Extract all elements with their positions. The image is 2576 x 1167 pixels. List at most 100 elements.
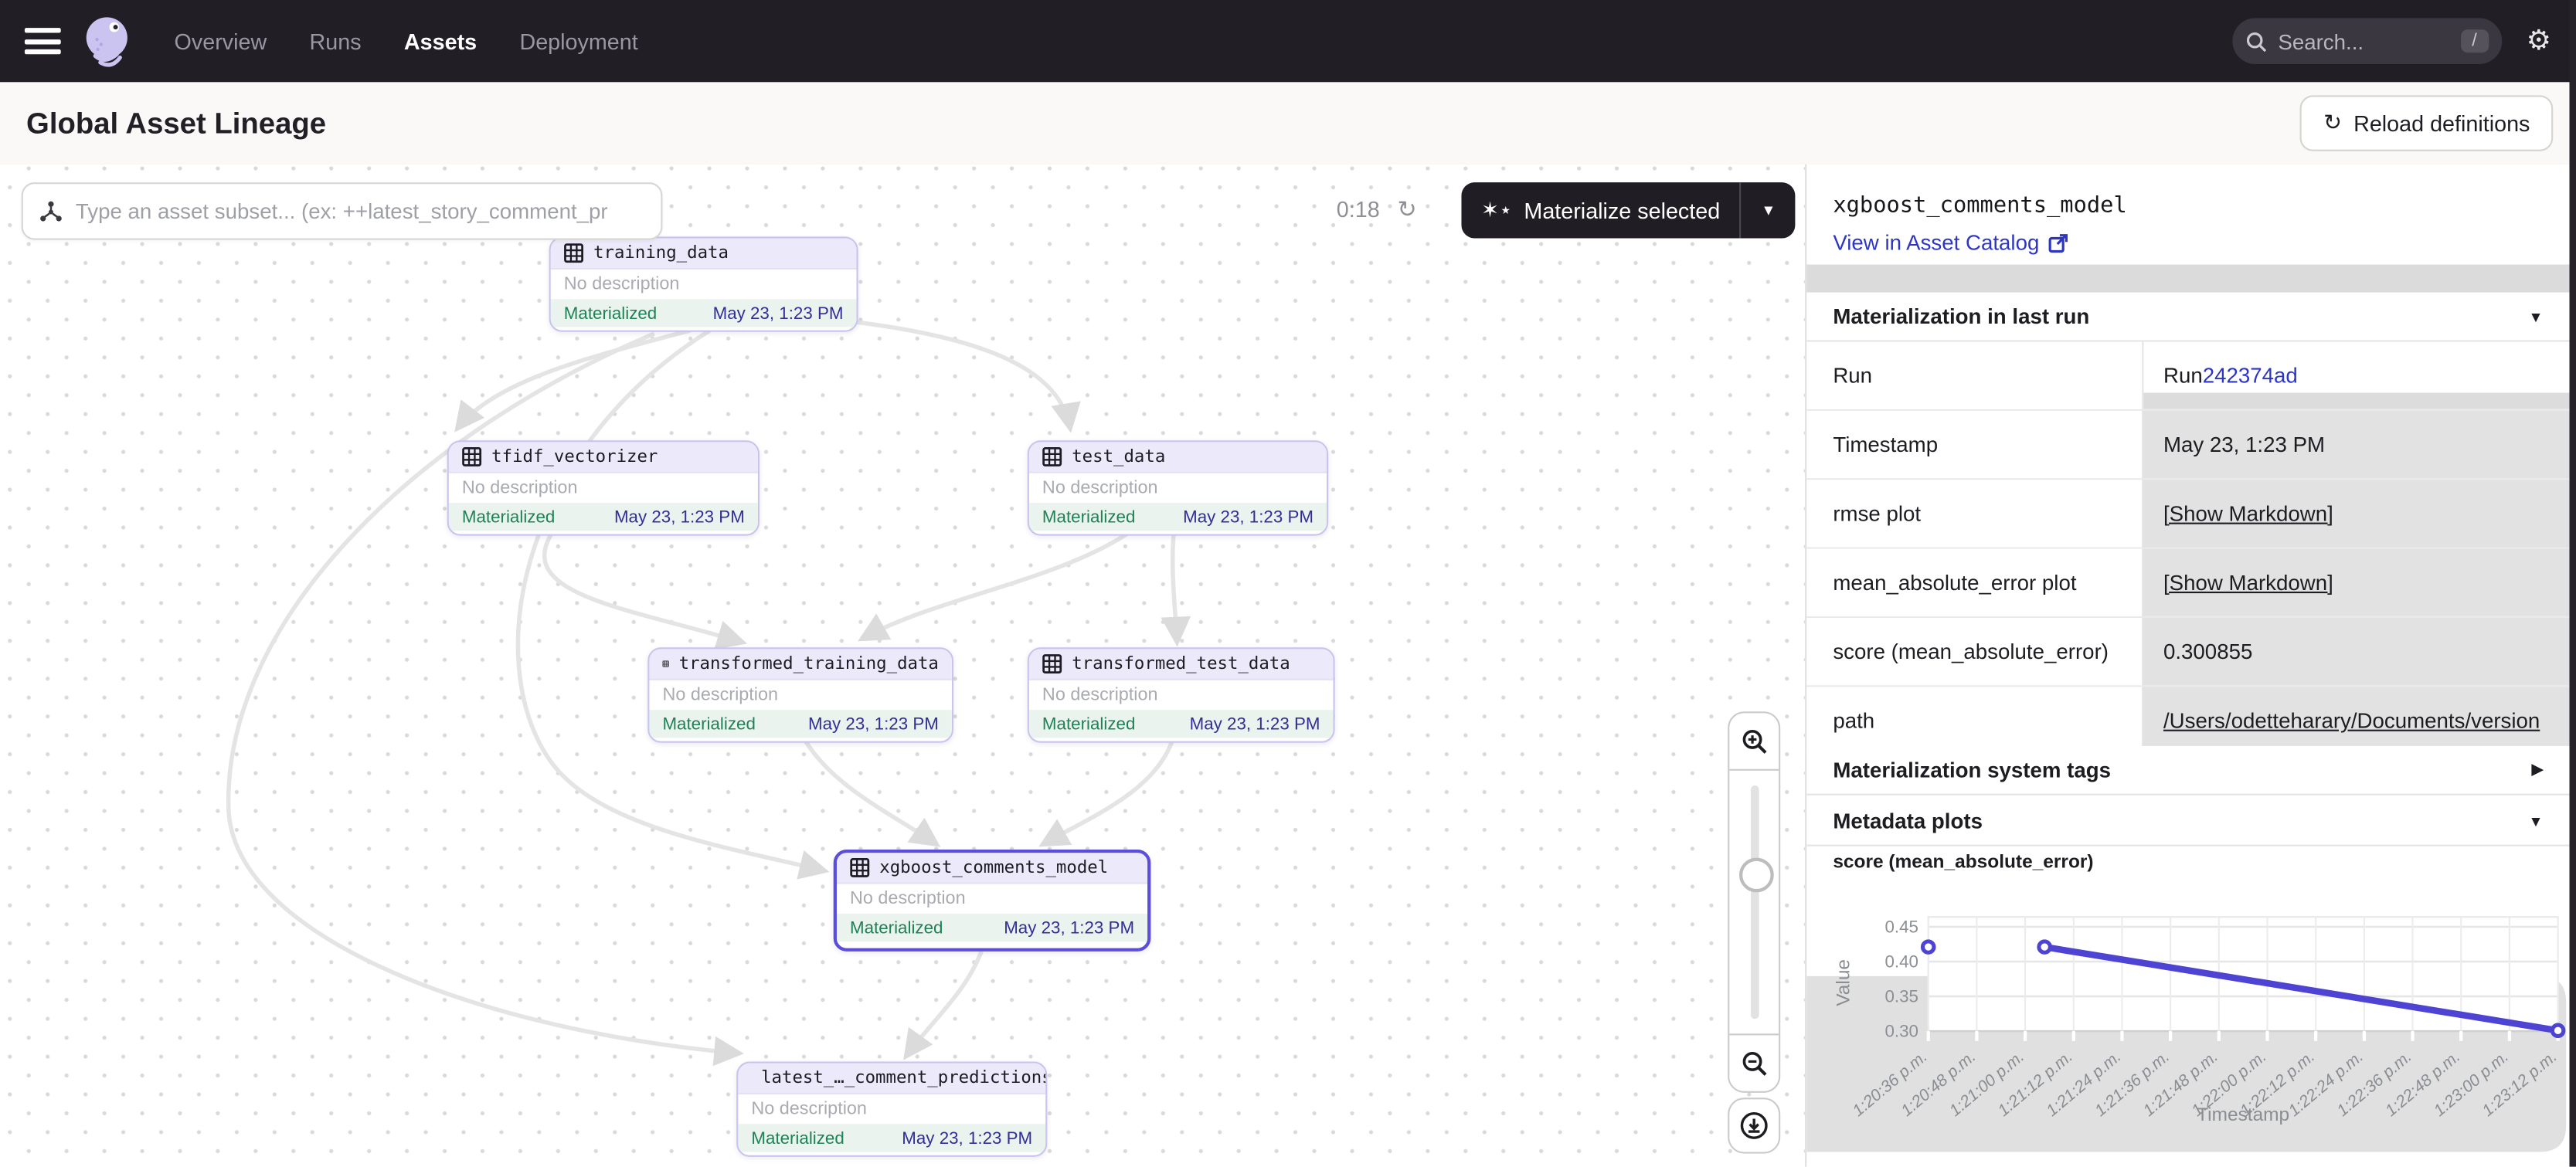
data-point[interactable] (2552, 1025, 2563, 1036)
metadata-row-run: Run Run 242374ad (1806, 342, 2569, 411)
dagster-logo[interactable] (79, 12, 138, 71)
metadata-key: Run (1806, 342, 2142, 409)
table-icon (564, 243, 584, 263)
panel-scrollbar-strip[interactable] (1806, 265, 2569, 293)
metadata-row-score-mean-absolute-error-: score (mean_absolute_error)0.300855 (1806, 618, 2569, 687)
path-link[interactable]: /Users/odetteharary/Documents/version (2163, 708, 2540, 733)
page-title: Global Asset Lineage (26, 106, 326, 141)
materialize-selected-button[interactable]: ✶⋆ Materialize selected ▼ (1461, 182, 1795, 238)
chevron-down-icon: ▼ (2528, 812, 2543, 829)
run-prefix: Run (2163, 363, 2203, 388)
asset-subset-input[interactable]: Type an asset subset... (ex: ++latest_st… (22, 182, 663, 239)
table-icon (662, 654, 668, 674)
nav-item-overview[interactable]: Overview (175, 29, 267, 53)
chevron-down-icon: ▼ (2528, 308, 2543, 324)
asset-node-description: No description (1029, 680, 1334, 710)
run-id-link[interactable]: 242374ad (2203, 363, 2298, 388)
asset-node-description: No description (551, 270, 857, 299)
metadata-row-timestamp: TimestampMay 23, 1:23 PM (1806, 411, 2569, 480)
show-markdown-link[interactable]: [Show Markdown] (2163, 570, 2333, 595)
asset-node-transformed_test_data[interactable]: transformed_test_data No description Mat… (1028, 647, 1335, 742)
asset-node-header: transformed_training_data (649, 649, 951, 680)
metadata-value: [Show Markdown] (2142, 480, 2569, 547)
asset-node-description: No description (649, 680, 951, 710)
x-axis-title: Timestamp (2197, 1104, 2289, 1125)
show-markdown-link[interactable]: [Show Markdown] (2163, 501, 2333, 526)
materialize-dropdown-caret[interactable]: ▼ (1742, 202, 1796, 219)
app-screen: Overview Runs Assets Deployment Search... /… (0, 0, 2576, 1167)
zoom-in-button[interactable] (1729, 713, 1779, 770)
asset-node-name: test_data (1072, 447, 1165, 467)
table-icon (1042, 654, 1062, 674)
data-point[interactable] (1922, 941, 1933, 952)
metadata-key: path (1806, 687, 2142, 754)
table-icon (1042, 447, 1062, 467)
metadata-key: Timestamp (1806, 411, 2142, 478)
asset-node-test_data[interactable]: test_data No description Materialized Ma… (1028, 440, 1328, 535)
nav-items: Overview Runs Assets Deployment (175, 29, 638, 53)
materialized-timestamp: May 23, 1:23 PM (1183, 507, 1313, 527)
asset-graph-icon (39, 200, 63, 223)
asset-node-status-bar: Materialized May 23, 1:23 PM (649, 710, 951, 738)
asset-node-status-bar: Materialized May 23, 1:23 PM (1029, 503, 1327, 531)
metadata-row-mean-absolute-error-plot: mean_absolute_error plot [Show Markdown] (1806, 549, 2569, 618)
asset-lineage-graph: training_data No description Materialize… (0, 165, 1805, 1167)
metadata-key: rmse plot (1806, 480, 2142, 547)
view-in-asset-catalog-link[interactable]: View in Asset Catalog (1833, 230, 2067, 255)
nav-item-assets[interactable]: Assets (404, 29, 477, 53)
sparkle-icon: ✶⋆ (1481, 197, 1512, 223)
materialized-status: Materialized (462, 507, 555, 527)
asset-node-name: training_data (593, 243, 729, 263)
reload-definitions-button[interactable]: ↻ Reload definitions (2300, 95, 2553, 151)
asset-node-name: transformed_test_data (1072, 654, 1290, 674)
asset-node-status-bar: Materialized May 23, 1:23 PM (738, 1124, 1045, 1152)
zoom-control (1728, 711, 1780, 1093)
asset-node-status-bar: Materialized May 23, 1:23 PM (551, 299, 857, 327)
y-tick-label: 0.35 (1884, 987, 1918, 1006)
section-metadata-plots[interactable]: Metadata plots ▼ (1806, 797, 2569, 846)
edge-tfidf_vectorizer-to-transformed_training_data (545, 532, 743, 643)
materialized-timestamp: May 23, 1:23 PM (902, 1128, 1032, 1148)
asset-node-tfidf_vectorizer[interactable]: tfidf_vectorizer No description Material… (447, 440, 760, 535)
asset-node-latest_comment_predictions[interactable]: latest_…_comment_predictions No descript… (736, 1061, 1047, 1156)
hamburger-menu-icon[interactable] (25, 28, 61, 54)
materialized-status: Materialized (751, 1128, 844, 1148)
table-icon (462, 447, 482, 467)
asset-title: xgboost_comments_model (1833, 192, 2126, 219)
y-tick-label: 0.30 (1884, 1022, 1918, 1041)
asset-node-header: transformed_test_data (1029, 649, 1334, 680)
horizontal-scrollbar[interactable] (2143, 393, 2569, 409)
download-graph-button[interactable] (1728, 1097, 1780, 1153)
y-tick-label: 0.45 (1884, 917, 1918, 936)
data-point[interactable] (2039, 941, 2050, 952)
zoom-out-button[interactable] (1729, 1033, 1779, 1091)
asset-subset-placeholder: Type an asset subset... (ex: ++latest_st… (76, 198, 608, 223)
asset-node-header: xgboost_comments_model (837, 853, 1147, 884)
asset-node-status-bar: Materialized May 23, 1:23 PM (449, 503, 758, 531)
search-input[interactable]: Search... / (2232, 18, 2502, 64)
asset-node-name: tfidf_vectorizer (491, 447, 658, 467)
materialized-timestamp: May 23, 1:23 PM (1190, 714, 1320, 734)
download-icon (1739, 1111, 1769, 1140)
window-edge (2568, 0, 2576, 1167)
timer-refresh-icon[interactable]: ↻ (1397, 195, 1416, 223)
refresh-timer: 0:18 (1337, 197, 1380, 222)
materialized-status: Materialized (662, 714, 755, 734)
section-materialization-last-run[interactable]: Materialization in last run ▼ (1806, 293, 2569, 342)
search-shortcut-badge: / (2460, 29, 2488, 53)
y-axis-title: Value (1833, 959, 1854, 1006)
asset-node-description: No description (738, 1094, 1045, 1124)
asset-node-name: xgboost_comments_model (879, 858, 1108, 878)
zoom-slider-track[interactable] (1750, 785, 1759, 1019)
asset-node-xgboost_comments_model[interactable]: xgboost_comments_model No description Ma… (834, 850, 1151, 952)
asset-node-training_data[interactable]: training_data No description Materialize… (549, 236, 858, 331)
gear-icon[interactable]: ⚙ (2527, 25, 2551, 58)
zoom-slider-thumb[interactable] (1739, 858, 1774, 893)
asset-node-status-bar: Materialized May 23, 1:23 PM (837, 914, 1147, 941)
zoom-in-icon (1740, 727, 1768, 755)
metadata-key: mean_absolute_error plot (1806, 549, 2142, 616)
asset-node-transformed_training_data[interactable]: transformed_training_data No description… (647, 647, 953, 742)
nav-item-deployment[interactable]: Deployment (519, 29, 637, 53)
section-materialization-system-tags[interactable]: Materialization system tags ▶ (1806, 746, 2569, 796)
nav-item-runs[interactable]: Runs (310, 29, 362, 53)
